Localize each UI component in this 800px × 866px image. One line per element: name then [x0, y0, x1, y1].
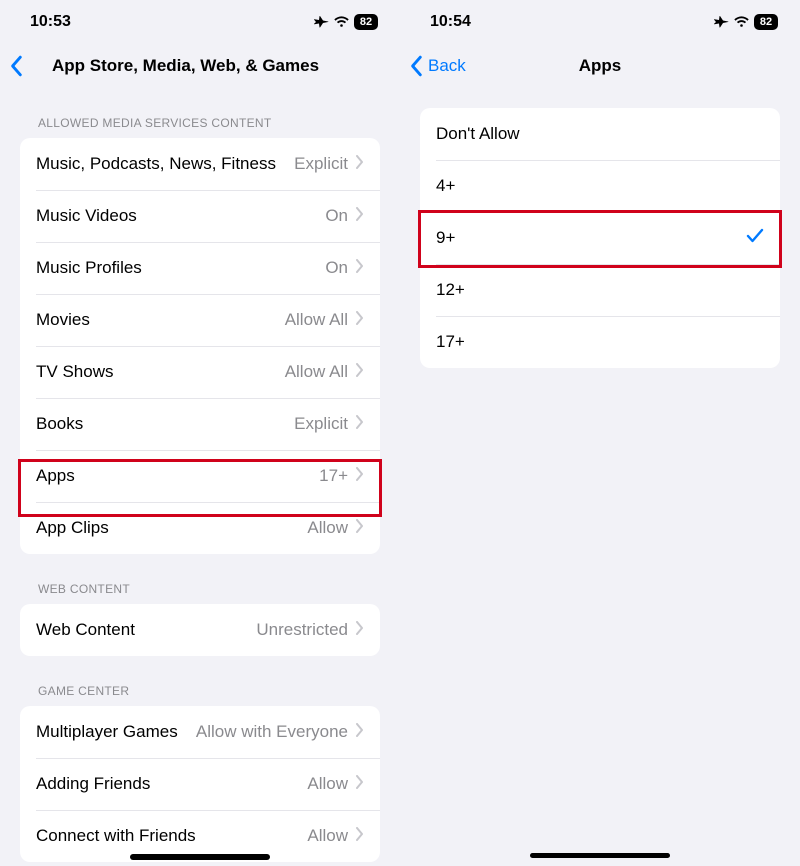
row-label: Music Videos: [36, 206, 325, 226]
battery-icon: 82: [354, 14, 378, 30]
back-button[interactable]: [10, 55, 24, 77]
row-4-plus[interactable]: 4+: [420, 160, 780, 212]
row-movies[interactable]: Movies Allow All: [20, 294, 380, 346]
row-value: Allow: [307, 518, 348, 538]
row-apps[interactable]: Apps 17+: [20, 450, 380, 502]
row-multiplayer-games[interactable]: Multiplayer Games Allow with Everyone: [20, 706, 380, 758]
row-dont-allow[interactable]: Don't Allow: [420, 108, 780, 160]
media-list: Music, Podcasts, News, Fitness Explicit …: [20, 138, 380, 554]
row-web-content[interactable]: Web Content Unrestricted: [20, 604, 380, 656]
chevron-right-icon: [356, 311, 364, 330]
row-music-podcasts[interactable]: Music, Podcasts, News, Fitness Explicit: [20, 138, 380, 190]
chevron-right-icon: [356, 519, 364, 538]
row-label: 17+: [436, 332, 764, 352]
row-value: On: [325, 206, 348, 226]
row-value: Allow All: [285, 362, 348, 382]
row-label: Multiplayer Games: [36, 722, 196, 742]
row-value: Allow: [307, 774, 348, 794]
row-music-videos[interactable]: Music Videos On: [20, 190, 380, 242]
row-label: TV Shows: [36, 362, 285, 382]
battery-icon: 82: [754, 14, 778, 30]
screen-apps-rating: 10:54 82 Back Apps Don't Allow 4+ 9+: [400, 0, 800, 866]
nav-bar: App Store, Media, Web, & Games: [0, 44, 400, 88]
row-value: Unrestricted: [256, 620, 348, 640]
redaction-bar: [130, 854, 270, 860]
apps-rating-list: Don't Allow 4+ 9+ 12+ 17+: [420, 108, 780, 368]
row-value: Allow All: [285, 310, 348, 330]
row-label: 4+: [436, 176, 764, 196]
row-tv-shows[interactable]: TV Shows Allow All: [20, 346, 380, 398]
section-header-game-center: GAME CENTER: [0, 656, 400, 706]
wifi-icon: [733, 16, 750, 28]
row-label: Music, Podcasts, News, Fitness: [36, 154, 294, 174]
row-value: Explicit: [294, 154, 348, 174]
chevron-right-icon: [356, 363, 364, 382]
chevron-right-icon: [356, 259, 364, 278]
status-time: 10:54: [430, 13, 471, 31]
row-value: On: [325, 258, 348, 278]
row-label: Adding Friends: [36, 774, 307, 794]
row-label: Don't Allow: [436, 124, 764, 144]
chevron-left-icon: [10, 55, 24, 77]
gamecenter-list: Multiplayer Games Allow with Everyone Ad…: [20, 706, 380, 862]
nav-bar: Back Apps: [400, 44, 800, 88]
chevron-right-icon: [356, 621, 364, 640]
row-label: Apps: [36, 466, 319, 486]
status-bar: 10:54 82: [400, 0, 800, 44]
airplane-icon: [313, 15, 329, 29]
row-value: Explicit: [294, 414, 348, 434]
chevron-right-icon: [356, 467, 364, 486]
chevron-right-icon: [356, 723, 364, 742]
status-time: 10:53: [30, 13, 71, 31]
screen-media-settings: 10:53 82 App Store, Media, Web, & Games …: [0, 0, 400, 866]
row-label: App Clips: [36, 518, 307, 538]
row-label: Books: [36, 414, 294, 434]
airplane-icon: [713, 15, 729, 29]
status-bar: 10:53 82: [0, 0, 400, 44]
home-indicator[interactable]: [530, 853, 670, 858]
row-books[interactable]: Books Explicit: [20, 398, 380, 450]
row-label: 12+: [436, 280, 764, 300]
row-label: Web Content: [36, 620, 256, 640]
chevron-right-icon: [356, 827, 364, 846]
section-header-web: WEB CONTENT: [0, 554, 400, 604]
chevron-right-icon: [356, 207, 364, 226]
chevron-right-icon: [356, 415, 364, 434]
wifi-icon: [333, 16, 350, 28]
row-value: 17+: [319, 466, 348, 486]
row-app-clips[interactable]: App Clips Allow: [20, 502, 380, 554]
status-indicators: 82: [313, 14, 378, 30]
row-9-plus[interactable]: 9+: [420, 212, 780, 264]
row-17-plus[interactable]: 17+: [420, 316, 780, 368]
row-label: Music Profiles: [36, 258, 325, 278]
chevron-right-icon: [356, 775, 364, 794]
chevron-left-icon: [410, 55, 424, 77]
row-music-profiles[interactable]: Music Profiles On: [20, 242, 380, 294]
checkmark-icon: [746, 228, 764, 249]
chevron-right-icon: [356, 155, 364, 174]
row-label: Movies: [36, 310, 285, 330]
row-adding-friends[interactable]: Adding Friends Allow: [20, 758, 380, 810]
row-value: Allow with Everyone: [196, 722, 348, 742]
back-button[interactable]: Back: [410, 55, 466, 77]
row-12-plus[interactable]: 12+: [420, 264, 780, 316]
web-list: Web Content Unrestricted: [20, 604, 380, 656]
status-indicators: 82: [713, 14, 778, 30]
page-title: App Store, Media, Web, & Games: [52, 56, 390, 76]
row-value: Allow: [307, 826, 348, 846]
section-header-media: ALLOWED MEDIA SERVICES CONTENT: [0, 88, 400, 138]
row-label: 9+: [436, 228, 746, 248]
back-label: Back: [428, 56, 466, 76]
row-label: Connect with Friends: [36, 826, 307, 846]
